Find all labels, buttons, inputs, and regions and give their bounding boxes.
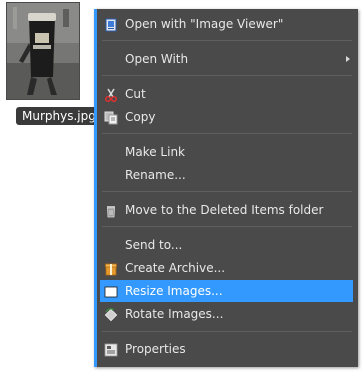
image-viewer-icon [104, 17, 118, 32]
file-name-label[interactable]: Murphys.jpg [16, 107, 102, 125]
menu-item-rotate-images[interactable]: Rotate Images... [100, 303, 353, 325]
menu-item-rename[interactable]: Rename... [100, 164, 353, 186]
menu-item-open-with-image-viewer[interactable]: Open with "Image Viewer" [100, 13, 353, 35]
menu-item-label: Move to the Deleted Items folder [125, 203, 324, 217]
scissors-icon [104, 87, 118, 103]
menu-item-resize-images[interactable]: Resize Images... [100, 280, 353, 302]
properties-icon [104, 342, 118, 357]
menu-item-label: Make Link [125, 145, 185, 159]
menu-item-label: Copy [125, 110, 156, 124]
menu-separator [102, 191, 352, 192]
menu-item-label: Create Archive... [125, 261, 226, 275]
menu-item-properties[interactable]: Properties [100, 338, 353, 360]
menu-item-label: Open with "Image Viewer" [125, 17, 284, 31]
rotate-icon [104, 307, 118, 322]
image-thumbnail[interactable] [6, 2, 80, 100]
menu-separator [102, 40, 352, 41]
submenu-arrow-icon [346, 56, 350, 62]
menu-item-label: Send to... [125, 238, 183, 252]
menu-item-label: Resize Images... [125, 284, 223, 298]
context-menu: Open with "Image Viewer" Open With Cut C… [94, 9, 358, 367]
menu-item-move-to-trash[interactable]: Move to the Deleted Items folder [100, 199, 353, 221]
menu-separator [102, 75, 352, 76]
menu-item-create-archive[interactable]: Create Archive... [100, 257, 353, 279]
trash-icon [104, 203, 118, 218]
menu-item-cut[interactable]: Cut [100, 83, 353, 105]
menu-item-label: Open With [125, 52, 189, 66]
desktop: Murphys.jpg Open with "Image Viewer" Ope… [0, 0, 364, 372]
menu-item-copy[interactable]: Copy [100, 106, 353, 128]
menu-separator [102, 331, 352, 332]
menu-item-label: Cut [125, 87, 146, 101]
menu-item-label: Rename... [125, 168, 186, 182]
menu-item-make-link[interactable]: Make Link [100, 141, 353, 163]
menu-item-send-to[interactable]: Send to... [100, 234, 353, 256]
menu-item-open-with[interactable]: Open With [100, 48, 353, 70]
menu-separator [102, 133, 352, 134]
copy-icon [104, 110, 118, 125]
resize-icon [104, 284, 118, 298]
archive-icon [104, 261, 118, 276]
menu-separator [102, 226, 352, 227]
menu-item-label: Rotate Images... [125, 307, 224, 321]
menu-item-label: Properties [125, 342, 186, 356]
